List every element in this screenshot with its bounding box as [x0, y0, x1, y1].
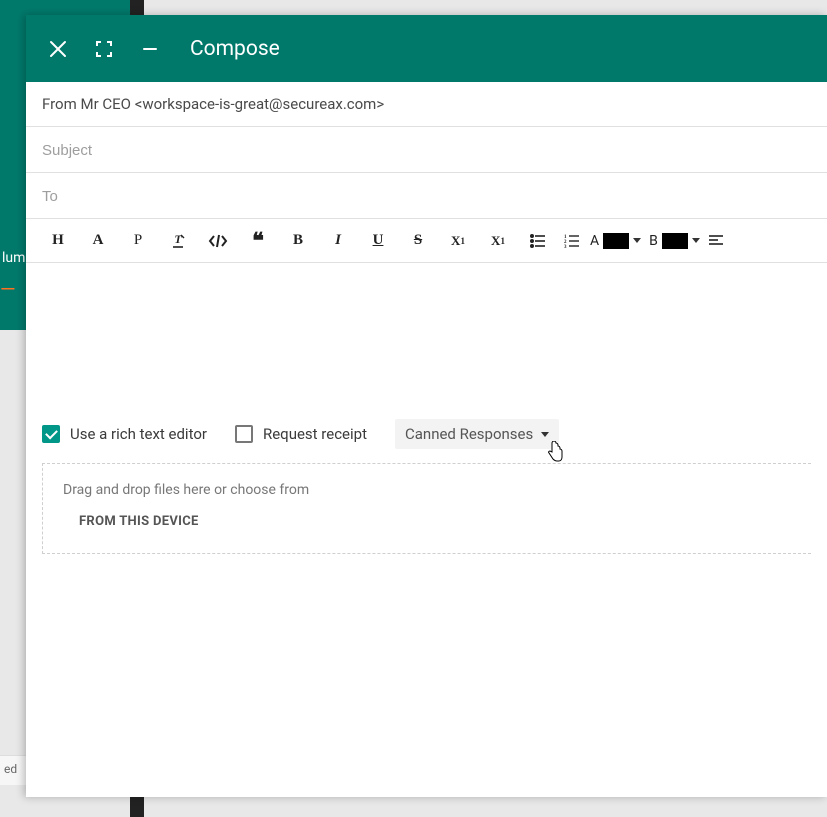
svg-text:T: T — [174, 232, 182, 246]
chevron-down-icon — [692, 238, 700, 243]
receipt-checkbox[interactable]: Request receipt — [235, 425, 367, 443]
chevron-down-icon — [541, 432, 549, 437]
code-button[interactable] — [198, 221, 238, 261]
strike-button[interactable]: S — [398, 221, 438, 261]
text-color-swatch — [603, 233, 629, 249]
from-field[interactable]: From Mr CEO <workspace-is-great@secureax… — [26, 82, 827, 127]
format-toolbar: H A P T ❝ B I U S X1 X1 123 A B — [26, 219, 827, 263]
subject-row — [26, 127, 827, 173]
checkbox-unchecked-icon — [235, 425, 253, 443]
quote-button[interactable]: ❝ — [238, 221, 278, 261]
font-button[interactable]: A — [78, 221, 118, 261]
receipt-label: Request receipt — [263, 425, 367, 443]
background-text-fragment: lum — [0, 250, 25, 266]
text-color-button[interactable]: A — [586, 221, 645, 261]
richtext-label: Use a rich text editor — [70, 425, 207, 443]
from-display: From Mr CEO <workspace-is-great@secureax… — [42, 95, 384, 113]
compose-panel: Compose From Mr CEO <workspace-is-great@… — [26, 15, 827, 797]
to-row — [26, 173, 827, 219]
svg-text:3: 3 — [564, 245, 567, 248]
subject-input[interactable] — [42, 142, 811, 159]
bold-button[interactable]: B — [278, 221, 318, 261]
bg-color-label: B — [649, 233, 658, 249]
canned-responses-dropdown[interactable]: Canned Responses — [395, 419, 559, 449]
text-color-label: A — [590, 233, 599, 249]
clear-format-button[interactable]: T — [158, 221, 198, 261]
minimize-icon[interactable] — [138, 37, 162, 61]
attachment-dropzone[interactable]: Drag and drop files here or choose from … — [42, 463, 811, 554]
expand-icon[interactable] — [92, 37, 116, 61]
superscript-button[interactable]: X1 — [438, 221, 478, 261]
bg-color-swatch — [662, 233, 688, 249]
to-input[interactable] — [42, 188, 811, 205]
checkbox-checked-icon — [42, 425, 60, 443]
italic-button[interactable]: I — [318, 221, 358, 261]
align-button[interactable] — [704, 221, 728, 261]
subscript-button[interactable]: X1 — [478, 221, 518, 261]
compose-header: Compose — [26, 15, 827, 82]
close-icon[interactable] — [46, 37, 70, 61]
paragraph-button[interactable]: P — [118, 221, 158, 261]
options-row: Use a rich text editor Request receipt C… — [26, 411, 827, 463]
bullet-list-button[interactable] — [518, 221, 558, 261]
richtext-checkbox[interactable]: Use a rich text editor — [42, 425, 207, 443]
background-underline: — — [0, 277, 22, 291]
numbered-list-button[interactable]: 123 — [558, 221, 586, 261]
from-this-device-button[interactable]: FROM THIS DEVICE — [63, 514, 791, 529]
underline-button[interactable]: U — [358, 221, 398, 261]
background-bottom-fragment: ed — [0, 755, 26, 785]
heading-button[interactable]: H — [38, 221, 78, 261]
editor-body[interactable] — [26, 263, 827, 411]
canned-responses-label: Canned Responses — [405, 425, 533, 443]
chevron-down-icon — [633, 238, 641, 243]
dropzone-hint: Drag and drop files here or choose from — [63, 482, 791, 498]
compose-title: Compose — [190, 37, 280, 61]
bg-color-button[interactable]: B — [645, 221, 704, 261]
